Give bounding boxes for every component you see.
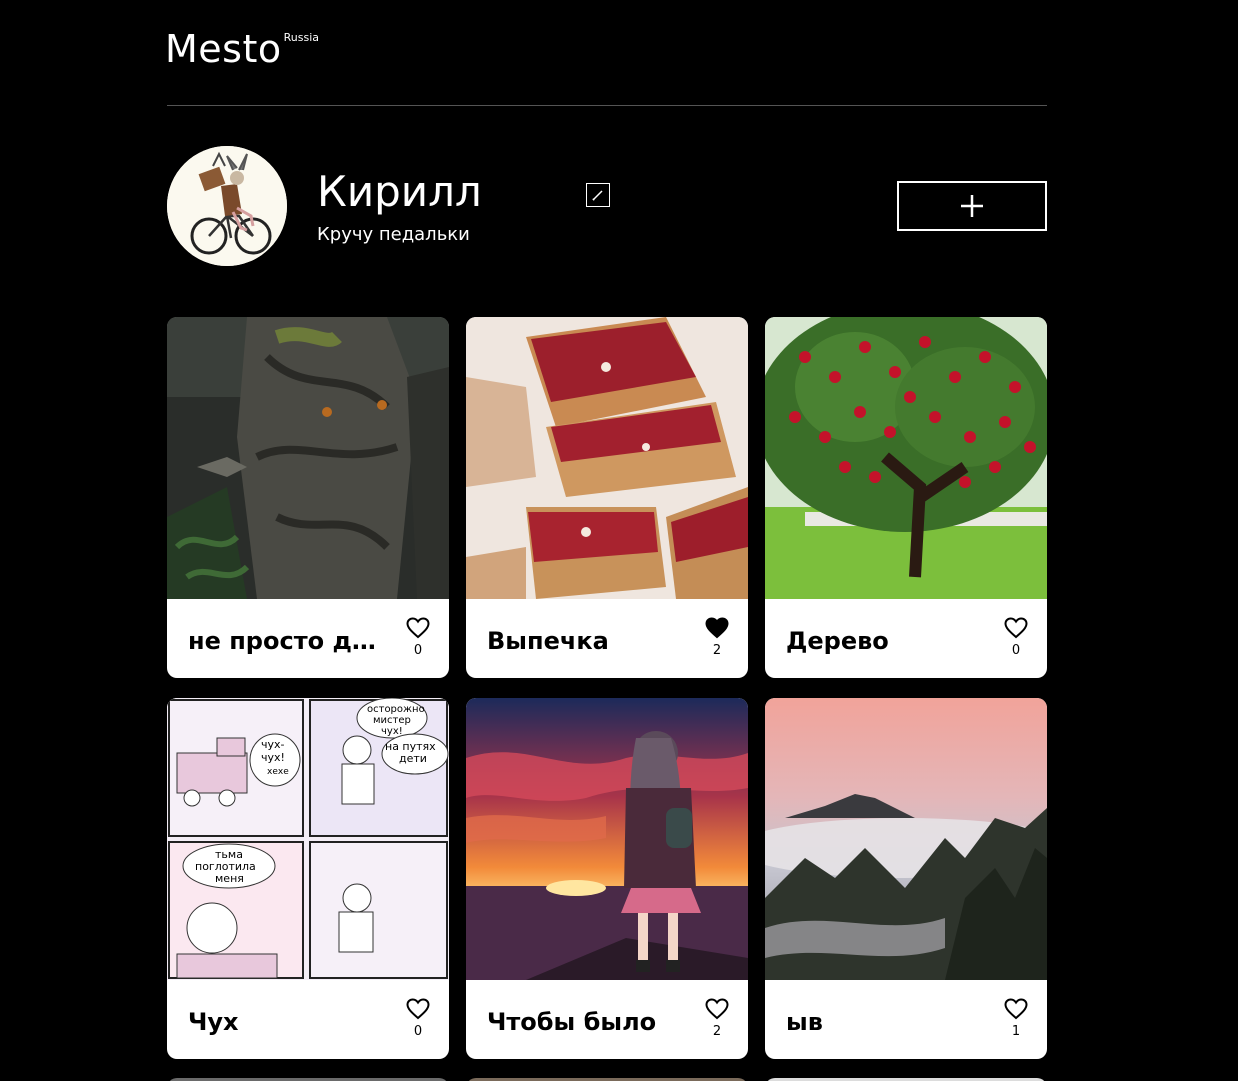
card: чух- чух! хехе осторожно мистер чух! на … — [167, 698, 449, 1059]
heart-outline-icon — [406, 617, 430, 639]
card-title: Чух — [188, 1008, 239, 1036]
like-container: 0 — [403, 998, 433, 1039]
comic-text: меня — [215, 872, 244, 885]
like-count: 2 — [712, 643, 722, 658]
comic-text: чух- — [261, 738, 285, 751]
card: Выпечка 2 — [466, 317, 748, 678]
like-button[interactable] — [406, 617, 430, 639]
card-image-anime-sunset[interactable] — [466, 698, 748, 980]
like-button[interactable] — [705, 617, 729, 639]
card-title: не просто дер... — [188, 627, 388, 655]
like-container: 0 — [403, 617, 433, 658]
like-container: 0 — [1001, 617, 1031, 658]
comic-text: хехе — [267, 767, 289, 777]
like-count: 1 — [1011, 1024, 1021, 1039]
profile-name: Кирилл — [317, 167, 482, 216]
comic-text: мистер — [373, 715, 411, 726]
logo-text: Mesto — [165, 27, 282, 71]
card-image-misty-mountains[interactable] — [765, 698, 1047, 980]
logo: Mesto Russia — [165, 30, 319, 68]
cyclist-illustration — [167, 146, 287, 266]
card: ыв 1 — [765, 698, 1047, 1059]
header: Mesto Russia — [165, 0, 1047, 106]
like-container: 2 — [702, 617, 732, 658]
like-count: 0 — [413, 1024, 423, 1039]
card-title: ыв — [786, 1008, 823, 1036]
heart-filled-icon — [705, 617, 729, 639]
card: Чтобы было 2 — [466, 698, 748, 1059]
heart-outline-icon — [1004, 617, 1028, 639]
heart-outline-icon — [705, 998, 729, 1020]
card: не просто дер... 0 — [167, 317, 449, 678]
add-card-button[interactable] — [897, 181, 1047, 231]
card-title: Дерево — [786, 627, 889, 655]
card-image-jam-bars[interactable] — [466, 317, 748, 599]
profile: Кирилл Кручу педальки — [167, 146, 1047, 266]
profile-avatar[interactable] — [167, 146, 287, 266]
heart-outline-icon — [406, 998, 430, 1020]
like-count: 0 — [1011, 643, 1021, 658]
comic-text: чух! — [381, 726, 403, 737]
like-container: 1 — [1001, 998, 1031, 1039]
card-image-train-comic[interactable]: чух- чух! хехе осторожно мистер чух! на … — [167, 698, 449, 980]
like-button[interactable] — [406, 998, 430, 1020]
card-image-ent-tree[interactable] — [167, 317, 449, 599]
comic-text: чух! — [261, 751, 285, 764]
profile-about: Кручу педальки — [317, 224, 470, 245]
pencil-icon — [592, 190, 603, 201]
like-count: 0 — [413, 643, 423, 658]
card-image-apple-tree[interactable] — [765, 317, 1047, 599]
edit-profile-button[interactable] — [586, 183, 610, 207]
heart-outline-icon — [1004, 998, 1028, 1020]
comic-text: дети — [399, 752, 427, 765]
card-title: Выпечка — [487, 627, 609, 655]
like-button[interactable] — [705, 998, 729, 1020]
comic-text: осторожно — [367, 704, 425, 715]
like-count: 2 — [712, 1024, 722, 1039]
card: Дерево 0 — [765, 317, 1047, 678]
card-title: Чтобы было — [487, 1008, 657, 1036]
plus-icon — [961, 195, 983, 217]
like-button[interactable] — [1004, 617, 1028, 639]
page: Mesto Russia Кирилл Кручу педальки не пр… — [0, 0, 1238, 1081]
logo-region: Russia — [283, 31, 320, 44]
like-container: 2 — [702, 998, 732, 1039]
like-button[interactable] — [1004, 998, 1028, 1020]
